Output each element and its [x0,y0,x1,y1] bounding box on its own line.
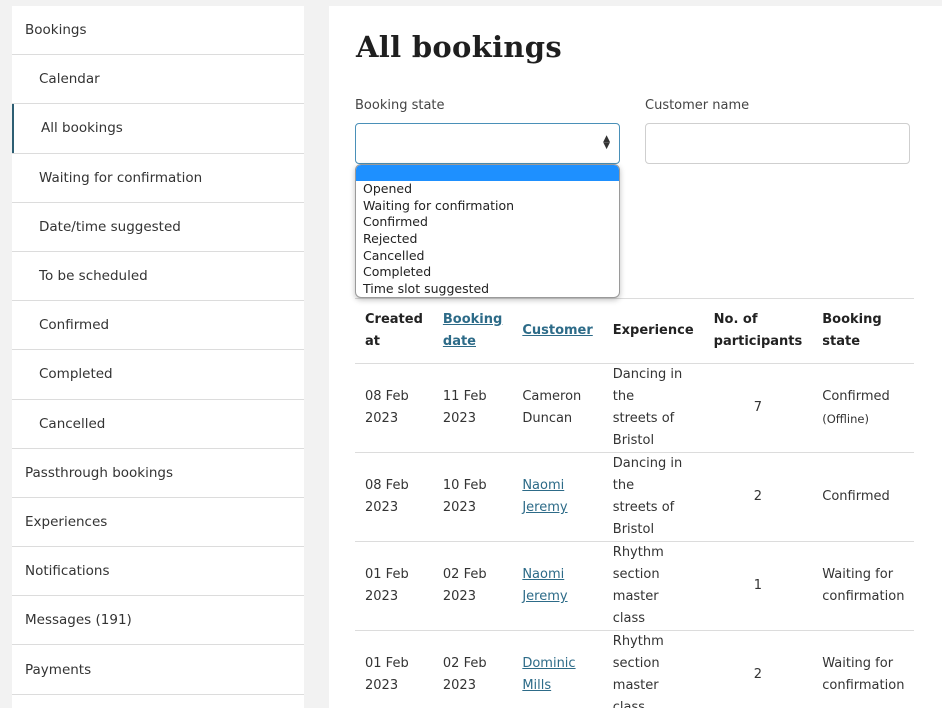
table-row[interactable]: 01 Feb 2023 02 Feb 2023 Naomi Jeremy Rhyth… [355,542,915,631]
sidebar-item-experiences[interactable]: Experiences [12,498,304,548]
header-experience: Experience [612,323,694,338]
experience-cell: Dancing in the streets of Bristol [612,367,683,448]
customer-name-input[interactable] [645,123,910,164]
created-at-cell: 01 Feb 2023 [365,656,409,693]
booking-state-cell: Confirmed (Offline) [822,388,890,426]
bookings-table: Created at Booking date Customer Experienc… [355,298,915,708]
table-row[interactable]: 08 Feb 2023 11 Feb 2023 Cameron Duncan Dan… [355,364,915,453]
header-booking-date[interactable]: Booking date [433,299,512,364]
dropdown-option-cancelled[interactable]: Cancelled [356,248,619,265]
booking-date-cell: 02 Feb 2023 [442,656,487,693]
booking-date-sort-link[interactable]: Booking date [443,312,502,349]
sidebar-item-messages[interactable]: Messages (191) [12,596,304,646]
customer-name-label: Customer name [645,98,750,113]
created-at-cell: 08 Feb 2023 [365,389,409,426]
booking-date-cell: 02 Feb 2023 [442,567,487,604]
table-row[interactable]: 08 Feb 2023 10 Feb 2023 Naomi Jeremy Danci… [355,453,915,542]
booking-state-cell: Confirmed [822,489,890,504]
participants-cell: 1 [753,578,763,593]
header-created-at: Created at [365,312,423,349]
booking-state-cell: Waiting for confirmation [822,567,905,604]
select-arrows-icon: ▲ ▼ [603,134,610,151]
sidebar-item-cancelled[interactable]: Cancelled [12,400,304,449]
booking-state-label: Booking state [355,98,445,113]
dropdown-option-confirmed[interactable]: Confirmed [356,214,619,231]
dropdown-option-waiting-for-confirmation[interactable]: Waiting for confirmation [356,198,619,215]
sidebar-item-date-time-suggested[interactable]: Date/time suggested [12,203,304,252]
customer-link[interactable]: Dominic Mills [522,656,575,693]
experience-cell: Rhythm section master class [612,545,664,626]
customer-cell[interactable]: Naomi Jeremy [512,453,602,542]
main-content: All bookings Booking state ▲ ▼ Customer n… [329,6,942,708]
booking-state-dropdown: Opened Waiting for confirmation Confirme… [355,164,620,298]
created-at-cell: 08 Feb 2023 [365,478,409,515]
sidebar-item-to-be-scheduled[interactable]: To be scheduled [12,252,304,302]
booking-date-cell: 11 Feb 2023 [442,389,487,426]
sidebar-item-passthrough-bookings[interactable]: Passthrough bookings [12,449,304,498]
dropdown-option-opened[interactable]: Opened [356,181,619,198]
sidebar-item-calendar[interactable]: Calendar [12,55,304,105]
table-row[interactable]: 01 Feb 2023 02 Feb 2023 Dominic Mills Rhyt… [355,631,914,708]
participants-cell: 2 [753,667,763,682]
header-participants: No. of participants [713,312,803,349]
customer-link[interactable]: Naomi Jeremy [522,567,567,604]
experience-cell: Dancing in the streets of Bristol [612,456,683,537]
participants-cell: 7 [753,400,763,415]
page-title: All bookings [356,30,562,64]
sidebar-item-payments[interactable]: Payments [12,645,304,695]
customer-sort-link[interactable]: Customer [522,323,592,338]
booking-state-cell: Waiting for confirmation [822,656,905,693]
dropdown-option-time-slot-suggested[interactable]: Time slot suggested [356,281,619,297]
sidebar-item-confirmed[interactable]: Confirmed [12,301,304,351]
booking-state-select[interactable]: ▲ ▼ [355,123,620,164]
header-customer[interactable]: Customer [512,299,602,364]
booking-date-cell: 10 Feb 2023 [442,478,487,515]
customer-cell: Cameron Duncan [522,389,582,426]
sidebar-item-completed[interactable]: Completed [12,350,304,400]
sidebar-item-all-bookings[interactable]: All bookings [12,104,304,154]
customer-link[interactable]: Naomi Jeremy [522,478,567,515]
customer-cell[interactable]: Dominic Mills [512,631,602,708]
customer-cell[interactable]: Naomi Jeremy [512,542,602,631]
experience-cell: Rhythm section master class [612,634,664,708]
header-booking-state: Booking state [822,312,882,349]
dropdown-option-rejected[interactable]: Rejected [356,231,619,248]
sidebar: Bookings Calendar All bookings Waiting f… [12,6,304,708]
created-at-cell: 01 Feb 2023 [365,567,409,604]
sidebar-item-notifications[interactable]: Notifications [12,547,304,597]
dropdown-option-completed[interactable]: Completed [356,264,619,281]
participants-cell: 2 [753,489,763,504]
table-header-row: Created at Booking date Customer Experienc… [355,298,915,364]
sidebar-item-waiting-for-confirmation[interactable]: Waiting for confirmation [12,154,304,203]
sidebar-item-bookings[interactable]: Bookings [12,6,304,56]
dropdown-option-empty[interactable] [356,165,619,181]
